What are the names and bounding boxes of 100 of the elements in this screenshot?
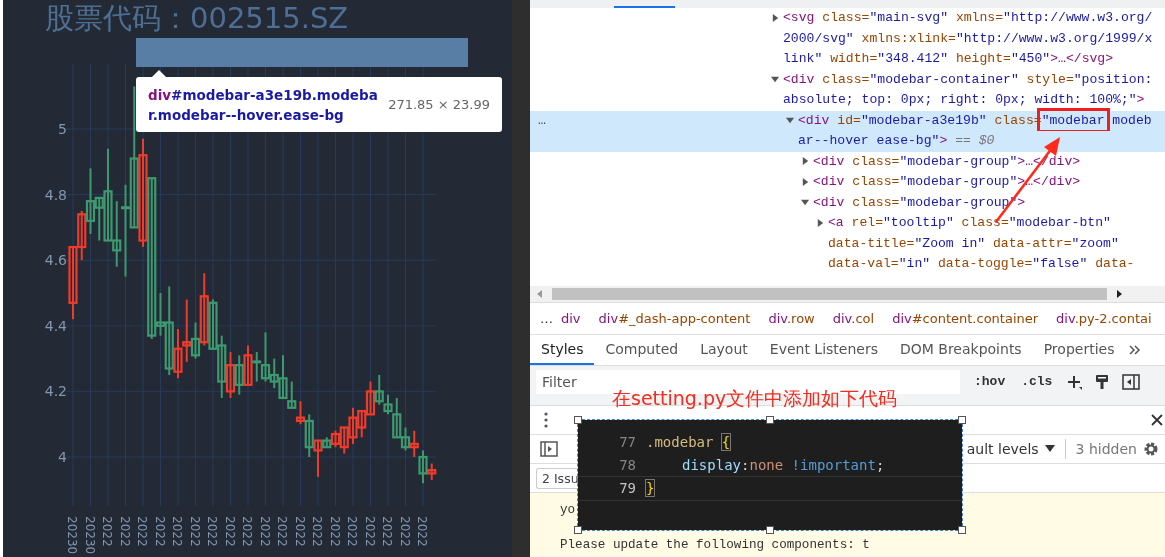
dom-node-text[interactable]: <div class="modebar-container" style="position: (783, 69, 1153, 90)
breadcrumb-overflow[interactable]: … (540, 311, 553, 326)
issues-button[interactable]: 2 Issu (536, 467, 577, 489)
axis-tick-label: 2022 (292, 516, 307, 547)
axis-tick-label: 4.4 (44, 317, 67, 334)
code-line: display:none !important; (681, 455, 885, 474)
candlestick (225, 351, 236, 399)
candlestick (112, 200, 122, 268)
breadcrumb[interactable]: div.py-2.contai (1056, 311, 1152, 326)
resize-handle[interactable] (574, 526, 582, 534)
axis-tick-label: 2022 (100, 516, 114, 547)
caret-icon (1044, 445, 1055, 453)
dom-node-text[interactable]: link" width="348.412" height="450">…</svg> (783, 49, 1114, 70)
candlestick (217, 334, 227, 399)
breadcrumb[interactable]: div#content.container (892, 311, 1039, 326)
collapsed-triangle-icon[interactable] (801, 157, 810, 167)
sidebar-toggle-icon[interactable] (540, 441, 558, 457)
axis-tick-label: 2022 (135, 516, 149, 547)
axis-tick-label: 4 (58, 449, 67, 465)
axis-tick-label: 2022 (380, 516, 394, 547)
dom-node-text[interactable]: <a rel="tooltip" class="modebar-btn" (828, 213, 1111, 234)
candlestick (409, 429, 419, 458)
candlestick (234, 354, 244, 396)
scrollbar[interactable] (512, 0, 530, 557)
axis-tick-label: 2022 (327, 516, 342, 547)
code-line: } (646, 479, 655, 498)
paint-roller-icon[interactable] (1094, 373, 1111, 390)
scrollbar-thumb[interactable] (552, 288, 1107, 300)
resize-handle[interactable] (574, 416, 582, 424)
axis-tick-label: 5 (58, 121, 67, 137)
axis-tick-label: 2022 (117, 516, 132, 547)
settings-icon[interactable] (1143, 441, 1159, 457)
more-options-icon[interactable] (544, 412, 548, 428)
axis-tick-label: 2022 (397, 516, 412, 547)
axis-tick-label: 2022 (275, 516, 289, 547)
axis-tick-label: 2022 (345, 516, 359, 547)
collapsed-triangle-icon[interactable] (801, 177, 810, 187)
expanded-triangle-icon[interactable] (786, 116, 795, 126)
style-toggle-button[interactable]: :hov (972, 374, 1008, 389)
axis-tick-label: 2022 (187, 516, 202, 547)
axis-tick-label: 20230 (82, 516, 97, 555)
dom-node-text[interactable]: <svg class="main-svg" xmlns="http://www.w3.org/ (783, 8, 1153, 29)
candlestick (365, 380, 376, 416)
dom-node-text[interactable]: 2000/svg" xmlns:xlink="http://www.w3.org/1999/x (783, 28, 1153, 49)
breadcrumb[interactable]: div (561, 311, 581, 326)
plus-icon[interactable] (1066, 373, 1083, 390)
active-tab-indicator (614, 6, 675, 8)
close-icon[interactable] (1151, 414, 1163, 426)
expanded-triangle-icon[interactable] (771, 75, 780, 85)
axis-tick-label: 2022 (152, 516, 167, 547)
axis-tick-label: 2022 (257, 516, 272, 547)
axis-tick-label: 2022 (415, 516, 429, 547)
breadcrumb[interactable]: div.row (768, 311, 815, 326)
style-toggle-button[interactable]: .cls (1019, 374, 1055, 389)
axis-tick-label: 2022 (222, 516, 237, 547)
chart-title: 股票代码：002515.SZ (44, 0, 350, 36)
dom-node-text[interactable]: data-title="Zoom in" data-attr="zoom" (828, 233, 1119, 254)
resize-handle[interactable] (766, 416, 774, 424)
panel-tab[interactable]: DOM Breakpoints (889, 335, 1033, 365)
panel-tab[interactable]: Event Listeners (758, 335, 889, 365)
axis-tick-label: 4.2 (44, 383, 67, 400)
candlestick (243, 344, 253, 386)
line-number: 79 (618, 479, 637, 498)
console-message: yo (560, 502, 576, 519)
panel-tab[interactable]: Layout (689, 335, 759, 365)
element-selector: div#modebar-a3e19b.modeba r.modebar--hover.ease-bg (148, 85, 378, 125)
breadcrumb[interactable]: div.col (832, 311, 875, 326)
axis-tick-label: 2022 (240, 516, 254, 547)
scroll-right-icon[interactable] (1115, 290, 1123, 298)
axis-tick-label: 2022 (205, 516, 219, 547)
line-number: 77 (618, 433, 637, 452)
axis-tick-label: 4.6 (44, 252, 67, 269)
hidden-count: 3 hidden (1075, 441, 1137, 457)
more-tabs-icon[interactable] (1129, 345, 1142, 355)
axis-tick-label: 20230 (65, 516, 79, 555)
panel-tab[interactable]: Computed (594, 335, 690, 365)
breadcrumb[interactable]: div#_dash-app-content (598, 311, 751, 326)
expanded-triangle-icon[interactable] (801, 198, 810, 208)
console-message: Please update the following components: t (560, 537, 870, 554)
element-size: 271.85 × 23.99 (388, 97, 490, 112)
axis-tick-label: 2022 (170, 516, 184, 547)
resize-handle[interactable] (958, 526, 966, 534)
sidebar-toggle-icon[interactable] (1122, 373, 1141, 390)
collapsed-triangle-icon[interactable] (771, 13, 780, 23)
collapsed-triangle-icon[interactable] (816, 218, 825, 228)
row-menu-ellipsis[interactable]: … (538, 110, 546, 131)
dom-node-text[interactable]: absolute; top: 0px; right: 0px; width: 100%;"> (783, 90, 1145, 111)
resize-handle[interactable] (766, 526, 774, 534)
axis-tick-label: 2022 (310, 516, 324, 547)
axis-tick-label: 2022 (362, 516, 377, 547)
dom-node-text[interactable]: data-val="in" data-toggle="false" data- (828, 254, 1135, 275)
code-line: .modebar { (646, 433, 731, 452)
line-number: 78 (618, 455, 637, 474)
axis-tick-label: 4.8 (44, 186, 67, 203)
candlestick (357, 409, 367, 439)
log-levels-dropdown[interactable]: ault levels (966, 441, 1055, 457)
candlestick (374, 374, 384, 406)
resize-handle[interactable] (958, 416, 966, 424)
panel-tab[interactable]: Properties (1032, 335, 1126, 365)
candlestick (348, 406, 358, 445)
